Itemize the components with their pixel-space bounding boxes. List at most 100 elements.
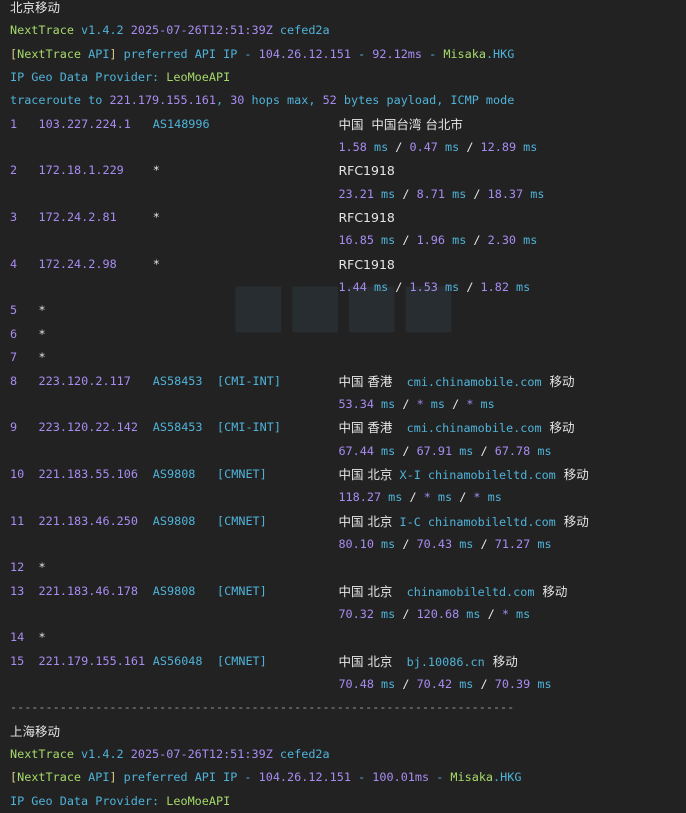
geo-isp: 移动 <box>541 373 575 389</box>
header-segment: 30 <box>230 93 245 108</box>
header-segment: hops max, <box>244 93 323 108</box>
latency-value: 118.27 <box>338 490 382 505</box>
latency-value: 1.53 <box>409 280 438 295</box>
hop-number: 4 <box>10 256 18 271</box>
latency-value: 67.78 <box>494 443 531 458</box>
hop-asn: AS58453 <box>152 420 203 435</box>
hop-latency-row: 118.27 ms / * ms / * ms <box>10 486 686 509</box>
hop-ip: 103.227.224.1 <box>38 116 131 131</box>
hop-ip: 223.120.22.142 <box>38 420 138 435</box>
latency-value: 70.48 <box>338 676 374 691</box>
hop-latency-row: 67.44 ms / 67.91 ms / 67.78 ms <box>10 440 686 463</box>
latency-value: 0.47 <box>409 140 438 155</box>
latency-unit: ms <box>373 606 396 621</box>
section-title-text: 北京移动 <box>10 0 61 15</box>
header-segment: ] <box>109 770 124 785</box>
latency-value: 18.37 <box>487 186 524 201</box>
hop-tag: [CMNET] <box>217 583 267 598</box>
latency-unit: ms <box>480 490 502 505</box>
latency-values: 53.34 ms / * ms / * ms <box>338 393 494 416</box>
hop-row: 5 * <box>10 299 686 322</box>
header-segment: 92.12ms <box>372 46 422 61</box>
latency-unit: ms <box>530 536 552 551</box>
hop-tag: [CMNET] <box>217 513 267 528</box>
header-segment: NextTrace <box>17 770 82 785</box>
latency-unit: ms <box>452 443 474 458</box>
hop-geo: 中国 北京 bj.10086.cn 移动 <box>338 650 517 674</box>
hop-row: 13 221.183.46.178 AS9808 [CMNET] 中国 北京 china… <box>10 580 686 603</box>
hop-row: 8 223.120.2.117 AS58453 [CMI-INT] 中国 香港 cmi.… <box>10 370 686 393</box>
hop-ip: 223.120.2.117 <box>38 373 131 388</box>
latency-unit: ms <box>523 186 545 201</box>
hop-timeout: * <box>38 560 46 575</box>
hop-latency-row: 53.34 ms / * ms / * ms <box>10 393 686 416</box>
hop-row: 9 223.120.22.142 AS58453 [CMI-INT] 中国 香港 cmi… <box>10 416 686 439</box>
latency-values: 118.27 ms / * ms / * ms <box>338 486 501 509</box>
latency-values: 70.32 ms / 120.68 ms / * ms <box>338 603 530 626</box>
header-segment: - <box>350 770 373 785</box>
latency-unit: ms <box>423 396 445 411</box>
geo-location: RFC1918 <box>338 256 395 272</box>
geo-host: bj.10086.cn <box>392 654 485 669</box>
latency-separator: / <box>395 606 417 621</box>
header-segment: v1.4.2 <box>81 747 131 761</box>
latency-unit: ms <box>381 490 403 505</box>
latency-value: * <box>416 396 424 411</box>
latency-separator: / <box>452 490 474 505</box>
hop-row: 2 172.18.1.229 * RFC1918 <box>10 159 686 182</box>
latency-unit: ms <box>430 490 453 505</box>
header-segment: , <box>215 93 231 108</box>
latency-unit: ms <box>373 676 396 691</box>
header-segment: 52 <box>322 93 337 108</box>
geo-location: RFC1918 <box>338 210 395 226</box>
separator: ----------------------------------------… <box>10 696 686 719</box>
header-segment: NextTrace <box>10 23 82 38</box>
latency-separator: / <box>473 443 495 458</box>
latency-value: 67.44 <box>338 443 374 458</box>
latency-separator: / <box>402 490 424 505</box>
hop-asn: AS9808 <box>152 466 196 481</box>
hop-number: 10 <box>10 466 25 481</box>
header-line: [NextTrace API] preferred API IP - 104.2… <box>10 43 686 66</box>
hop-geo: 中国 香港 cmi.chinamobile.com 移动 <box>338 416 574 440</box>
hop-latency-row: 23.21 ms / 8.71 ms / 18.37 ms <box>10 183 686 206</box>
hop-row: 7 * <box>10 346 686 369</box>
header-segment: NextTrace <box>10 747 82 761</box>
latency-separator: / <box>459 280 481 295</box>
latency-unit: ms <box>445 186 467 201</box>
latency-unit: ms <box>508 280 531 295</box>
hop-number: 9 <box>10 420 18 435</box>
hop-ip: 221.179.155.161 <box>38 653 146 668</box>
latency-separator: / <box>395 536 417 551</box>
hop-asn: * <box>152 163 160 178</box>
latency-unit: ms <box>366 280 389 295</box>
hop-row: 6 * <box>10 323 686 346</box>
hop-timeout: * <box>38 303 46 318</box>
header-segment: traceroute to <box>10 93 110 108</box>
latency-value: 80.10 <box>338 536 374 551</box>
hop-number: 14 <box>10 630 25 645</box>
geo-host: cmi.chinamobile.com <box>392 421 542 436</box>
hop-number: 13 <box>10 583 25 598</box>
header-segment: API <box>81 46 110 61</box>
latency-unit: ms <box>452 536 474 551</box>
hop-timeout: * <box>38 630 46 645</box>
hop-number: 5 <box>10 303 18 318</box>
hop-row: 15 221.179.155.161 AS56048 [CMNET] 中国 北京 bj.… <box>10 650 686 673</box>
hop-row: 3 172.24.2.81 * RFC1918 <box>10 206 686 229</box>
header-segment: LeoMoeAPI <box>166 793 231 808</box>
hop-number: 12 <box>10 560 25 575</box>
latency-value: 8.71 <box>416 186 445 201</box>
latency-unit: ms <box>366 140 389 155</box>
latency-values: 16.85 ms / 1.96 ms / 2.30 ms <box>338 229 537 252</box>
header-segment: .HKG <box>485 46 515 61</box>
latency-unit: ms <box>530 676 552 691</box>
hop-latency-row: 1.58 ms / 0.47 ms / 12.89 ms <box>10 136 686 159</box>
latency-value: * <box>473 490 481 505</box>
hop-ip: 221.183.46.250 <box>38 513 138 528</box>
latency-value: * <box>423 490 431 505</box>
hop-number: 2 <box>10 163 18 178</box>
geo-host: X-I chinamobileltd.com <box>392 467 556 482</box>
latency-separator: / <box>395 233 417 248</box>
geo-location: 中国 中国台湾 台北市 <box>338 116 463 132</box>
